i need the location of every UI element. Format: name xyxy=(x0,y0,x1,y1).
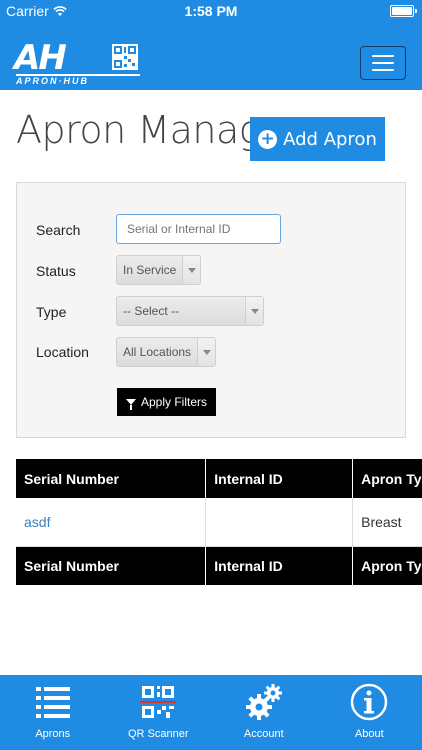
location-select[interactable]: All Locations xyxy=(116,337,216,367)
add-apron-button[interactable]: + Add Apron xyxy=(250,117,385,161)
filter-panel: Search Status In Service Type -- Select … xyxy=(16,182,406,438)
type-label: Type xyxy=(36,304,67,320)
tab-aprons[interactable]: Aprons xyxy=(0,675,106,750)
table-footer-row: Serial Number Internal ID Apron Type xyxy=(16,546,422,585)
app-header: AH APRON·HUB xyxy=(0,22,422,90)
location-label: Location xyxy=(36,344,89,360)
column-header-apron-type[interactable]: Apron Type xyxy=(352,459,422,498)
status-bar: Carrier 1:58 PM xyxy=(0,0,422,22)
menu-toggle-button[interactable] xyxy=(360,46,406,80)
search-label: Search xyxy=(36,222,81,238)
tab-about-label: About xyxy=(354,728,384,740)
serial-link[interactable]: asdf xyxy=(16,498,207,547)
tab-qr-scanner[interactable]: QR Scanner xyxy=(106,675,212,750)
column-header-serial[interactable]: Serial Number xyxy=(16,459,207,498)
bottom-tab-bar: Aprons QR Scanner Account About xyxy=(0,675,422,750)
logo-letters: AH xyxy=(14,38,67,78)
table-row: asdf Breast xyxy=(16,498,422,547)
tab-account[interactable]: Account xyxy=(211,675,317,750)
logo-qr-icon xyxy=(112,44,138,70)
gears-icon xyxy=(245,684,282,720)
apron-hub-logo[interactable]: AH APRON·HUB xyxy=(14,38,142,86)
filter-funnel-icon xyxy=(125,399,136,410)
chevron-down-icon xyxy=(197,338,215,366)
search-input[interactable] xyxy=(116,214,281,244)
chevron-down-icon xyxy=(182,256,200,284)
apply-filters-button[interactable]: Apply Filters xyxy=(117,388,216,416)
internal-id-cell xyxy=(205,498,354,547)
list-icon xyxy=(35,687,70,718)
qr-code-icon xyxy=(140,686,177,718)
footer-header-internal-id: Internal ID xyxy=(205,546,354,585)
status-select[interactable]: In Service xyxy=(116,255,201,285)
type-select[interactable]: -- Select -- xyxy=(116,296,264,326)
plus-circle-icon: + xyxy=(258,129,278,149)
tab-aprons-label: Aprons xyxy=(35,728,71,740)
battery-icon xyxy=(390,5,417,17)
table-header-row: Serial Number Internal ID Apron Type xyxy=(16,459,422,498)
apron-type-cell: Breast xyxy=(352,498,422,547)
hamburger-icon-line xyxy=(372,62,394,64)
type-select-value: -- Select -- xyxy=(123,304,180,318)
aprons-table: Serial Number Internal ID Apron Type asd… xyxy=(16,459,422,585)
info-icon xyxy=(351,683,388,721)
tab-about[interactable]: About xyxy=(317,675,422,750)
footer-header-serial: Serial Number xyxy=(16,546,207,585)
tab-qr-scanner-label: QR Scanner xyxy=(127,728,189,740)
aprons-table-container[interactable]: Serial Number Internal ID Apron Type asd… xyxy=(16,459,422,585)
hamburger-icon-line xyxy=(372,55,394,57)
logo-subtext: APRON·HUB xyxy=(16,74,140,86)
chevron-down-icon xyxy=(245,297,263,325)
footer-header-apron-type: Apron Type xyxy=(352,546,422,585)
status-label: Status xyxy=(36,263,76,279)
add-apron-label: Add Apron xyxy=(283,128,377,150)
status-select-value: In Service xyxy=(123,263,177,277)
column-header-internal-id[interactable]: Internal ID xyxy=(205,459,354,498)
location-select-value: All Locations xyxy=(123,345,192,359)
clock: 1:58 PM xyxy=(184,3,238,19)
hamburger-icon-line xyxy=(372,69,394,71)
tab-account-label: Account xyxy=(243,728,284,740)
apply-filters-label: Apply Filters xyxy=(140,395,208,409)
